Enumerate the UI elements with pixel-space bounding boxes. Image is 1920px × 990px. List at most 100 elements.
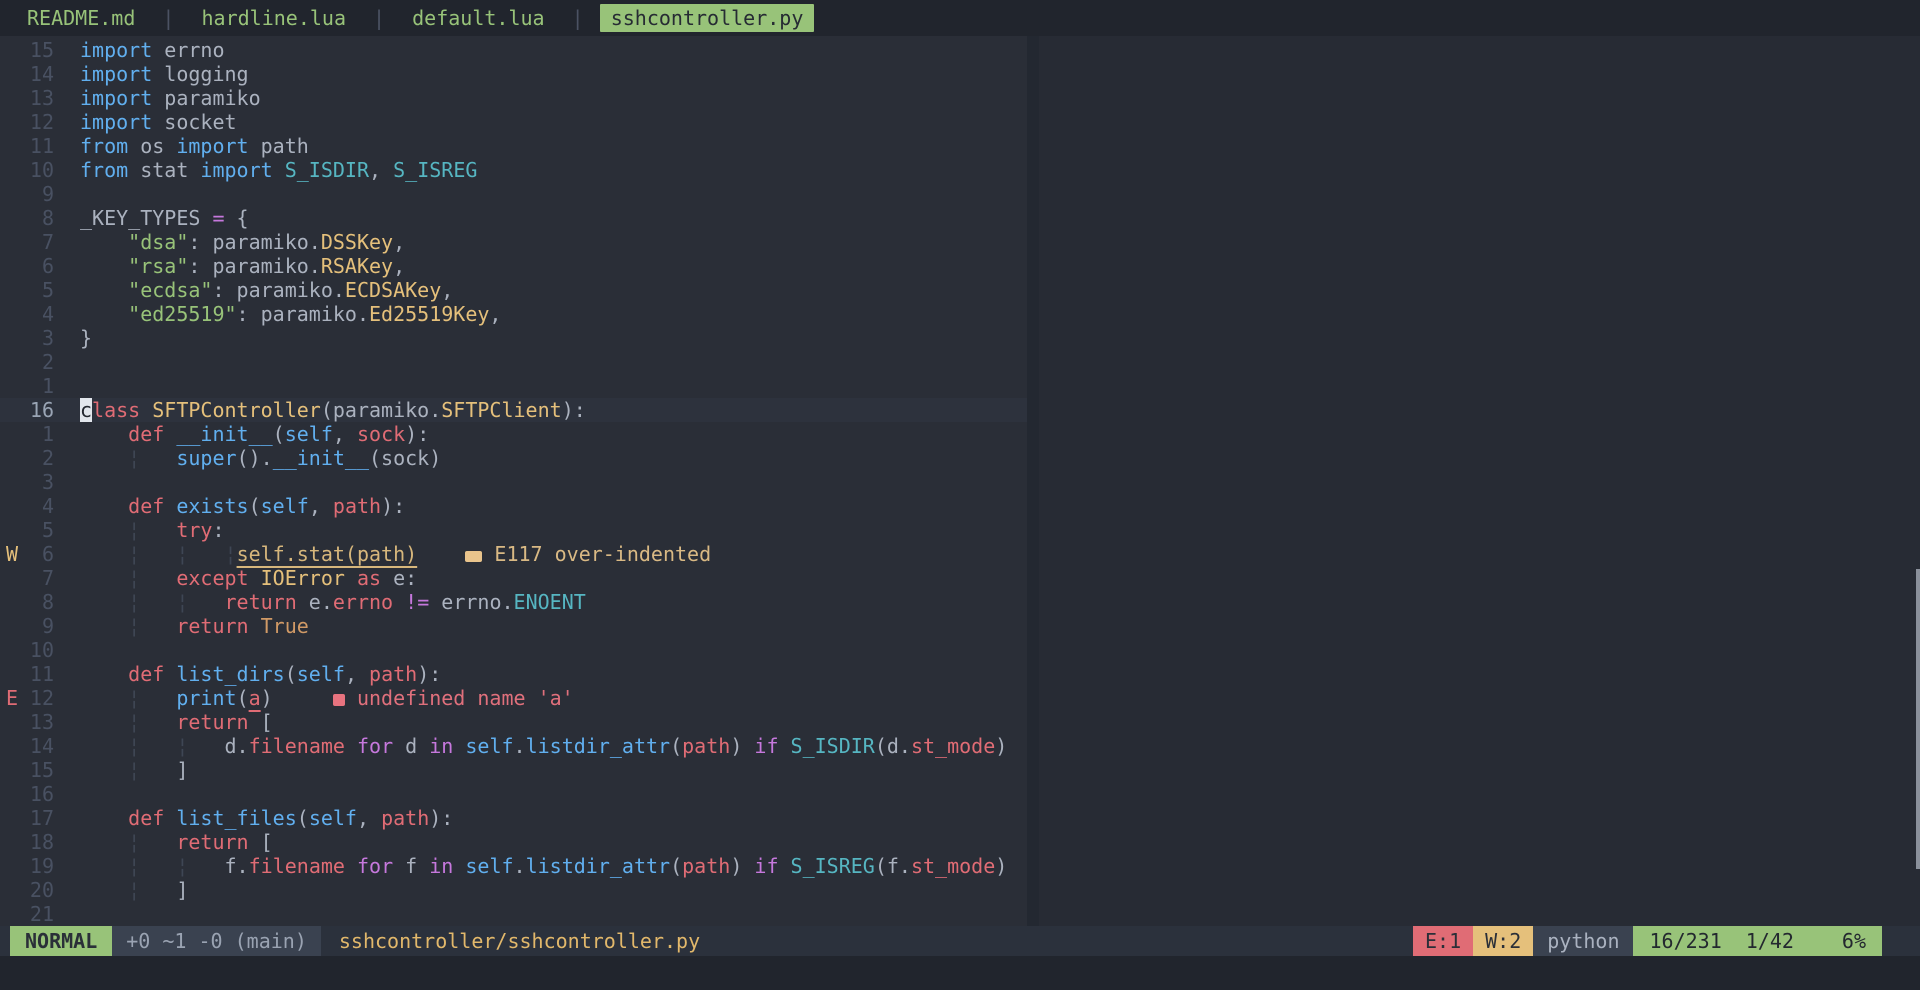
code-line[interactable]: 15import errno bbox=[0, 38, 1920, 62]
code-line[interactable]: 21 bbox=[0, 902, 1920, 926]
sign-column bbox=[0, 470, 28, 494]
sign-column bbox=[0, 134, 28, 158]
code-line[interactable]: 2 ¦ super().__init__(sock) bbox=[0, 446, 1920, 470]
git-status: +0 ~1 -0 (main) bbox=[112, 926, 321, 956]
code-line[interactable]: 16 bbox=[0, 782, 1920, 806]
code-line[interactable]: 9 ¦ return True bbox=[0, 614, 1920, 638]
gutter: 11 bbox=[0, 134, 80, 158]
code-line[interactable]: 3} bbox=[0, 326, 1920, 350]
code-line[interactable]: 8 ¦ ¦ return e.errno != errno.ENOENT bbox=[0, 590, 1920, 614]
gutter: 18 bbox=[0, 830, 80, 854]
code-line[interactable]: 5 ¦ try: bbox=[0, 518, 1920, 542]
code-line[interactable]: 14 ¦ ¦ d.filename for d in self.listdir_… bbox=[0, 734, 1920, 758]
line-number: 12 bbox=[28, 686, 54, 710]
code-line[interactable]: 2 bbox=[0, 350, 1920, 374]
code-line[interactable]: 13 ¦ return [ bbox=[0, 710, 1920, 734]
code-text: "ed25519": paramiko.Ed25519Key, bbox=[80, 302, 501, 326]
sign-column bbox=[0, 878, 28, 902]
code-text: ¦ super().__init__(sock) bbox=[80, 446, 441, 470]
gutter: 2 bbox=[0, 350, 80, 374]
code-line[interactable]: 11from os import path bbox=[0, 134, 1920, 158]
scroll-percent: 6% bbox=[1842, 926, 1866, 956]
gutter: W6 bbox=[0, 542, 80, 566]
sign-column bbox=[0, 62, 28, 86]
line-number: 5 bbox=[28, 278, 54, 302]
code-text: "rsa": paramiko.RSAKey, bbox=[80, 254, 405, 278]
code-line[interactable]: 15 ¦ ] bbox=[0, 758, 1920, 782]
sign-column bbox=[0, 638, 28, 662]
gutter: 12 bbox=[0, 110, 80, 134]
cursor-position-segment: 16/2311/426% bbox=[1633, 926, 1882, 956]
code-line[interactable]: 10 bbox=[0, 638, 1920, 662]
diagnostic-sign-error: E bbox=[0, 686, 28, 710]
code-line[interactable]: 8_KEY_TYPES = { bbox=[0, 206, 1920, 230]
code-line[interactable]: 9 bbox=[0, 182, 1920, 206]
line-number: 17 bbox=[28, 806, 54, 830]
code-line[interactable]: 5 "ecdsa": paramiko.ECDSAKey, bbox=[0, 278, 1920, 302]
gutter: 19 bbox=[0, 854, 80, 878]
code-line[interactable]: 14import logging bbox=[0, 62, 1920, 86]
code-text: "dsa": paramiko.DSSKey, bbox=[80, 230, 405, 254]
gutter: 8 bbox=[0, 590, 80, 614]
sign-column bbox=[0, 566, 28, 590]
code-text: ¦ return [ bbox=[80, 710, 273, 734]
command-line[interactable] bbox=[0, 956, 1920, 990]
tab-item-default.lua[interactable]: default.lua bbox=[401, 4, 555, 32]
code-line[interactable]: 4 def exists(self, path): bbox=[0, 494, 1920, 518]
code-line[interactable]: 17 def list_files(self, path): bbox=[0, 806, 1920, 830]
code-line[interactable]: 19 ¦ ¦ f.filename for f in self.listdir_… bbox=[0, 854, 1920, 878]
line-number: 4 bbox=[28, 302, 54, 326]
code-line[interactable]: 11 def list_dirs(self, path): bbox=[0, 662, 1920, 686]
gutter: 20 bbox=[0, 878, 80, 902]
code-line[interactable]: 3 bbox=[0, 470, 1920, 494]
line-number: 7 bbox=[28, 566, 54, 590]
tab-item-sshcontroller.py[interactable]: sshcontroller.py bbox=[600, 4, 815, 32]
code-line[interactable]: 4 "ed25519": paramiko.Ed25519Key, bbox=[0, 302, 1920, 326]
tab-item-hardline.lua[interactable]: hardline.lua bbox=[191, 4, 358, 32]
sign-column bbox=[0, 374, 28, 398]
code-line[interactable]: 16class SFTPController(paramiko.SFTPClie… bbox=[0, 398, 1920, 422]
sign-column bbox=[0, 110, 28, 134]
code-line[interactable]: W6 ¦ ¦ ¦self.stat(path) E117 over-indent… bbox=[0, 542, 1920, 566]
gutter: 1 bbox=[0, 422, 80, 446]
code-text: import socket bbox=[80, 110, 237, 134]
code-line[interactable]: 18 ¦ return [ bbox=[0, 830, 1920, 854]
file-path: sshcontroller/sshcontroller.py bbox=[321, 926, 718, 956]
code-line[interactable]: 7 "dsa": paramiko.DSSKey, bbox=[0, 230, 1920, 254]
cursor-block: c bbox=[80, 398, 92, 422]
sign-column bbox=[0, 710, 28, 734]
code-line[interactable]: 12import socket bbox=[0, 110, 1920, 134]
line-number: 8 bbox=[28, 206, 54, 230]
sign-column bbox=[0, 230, 28, 254]
line-number: 11 bbox=[28, 134, 54, 158]
gutter: 9 bbox=[0, 614, 80, 638]
code-text: ¦ return True bbox=[80, 614, 309, 638]
gutter: 5 bbox=[0, 278, 80, 302]
line-number: 2 bbox=[28, 350, 54, 374]
code-line[interactable]: 20 ¦ ] bbox=[0, 878, 1920, 902]
line-number: 4 bbox=[28, 494, 54, 518]
sign-column bbox=[0, 806, 28, 830]
sign-column bbox=[0, 302, 28, 326]
sign-column bbox=[0, 734, 28, 758]
tab-item-README.md[interactable]: README.md bbox=[16, 4, 146, 32]
sign-column bbox=[0, 614, 28, 638]
mode-badge: NORMAL bbox=[10, 926, 112, 956]
gutter: 10 bbox=[0, 158, 80, 182]
code-line[interactable]: E12 ¦ print(a) undefined name 'a' bbox=[0, 686, 1920, 710]
statusline: NORMAL +0 ~1 -0 (main) sshcontroller/ssh… bbox=[0, 926, 1920, 956]
scrollbar-thumb[interactable] bbox=[1916, 569, 1920, 869]
sign-column bbox=[0, 350, 28, 374]
code-line[interactable]: 6 "rsa": paramiko.RSAKey, bbox=[0, 254, 1920, 278]
line-number: 1 bbox=[28, 422, 54, 446]
sign-column bbox=[0, 422, 28, 446]
code-line[interactable]: 1 bbox=[0, 374, 1920, 398]
sign-column bbox=[0, 278, 28, 302]
code-line[interactable]: 1 def __init__(self, sock): bbox=[0, 422, 1920, 446]
code-text: ¦ ] bbox=[80, 878, 188, 902]
code-line[interactable]: 13import paramiko bbox=[0, 86, 1920, 110]
code-line[interactable]: 10from stat import S_ISDIR, S_ISREG bbox=[0, 158, 1920, 182]
sign-column bbox=[0, 902, 28, 926]
code-text: ¦ print(a) undefined name 'a' bbox=[80, 686, 574, 710]
code-line[interactable]: 7 ¦ except IOError as e: bbox=[0, 566, 1920, 590]
